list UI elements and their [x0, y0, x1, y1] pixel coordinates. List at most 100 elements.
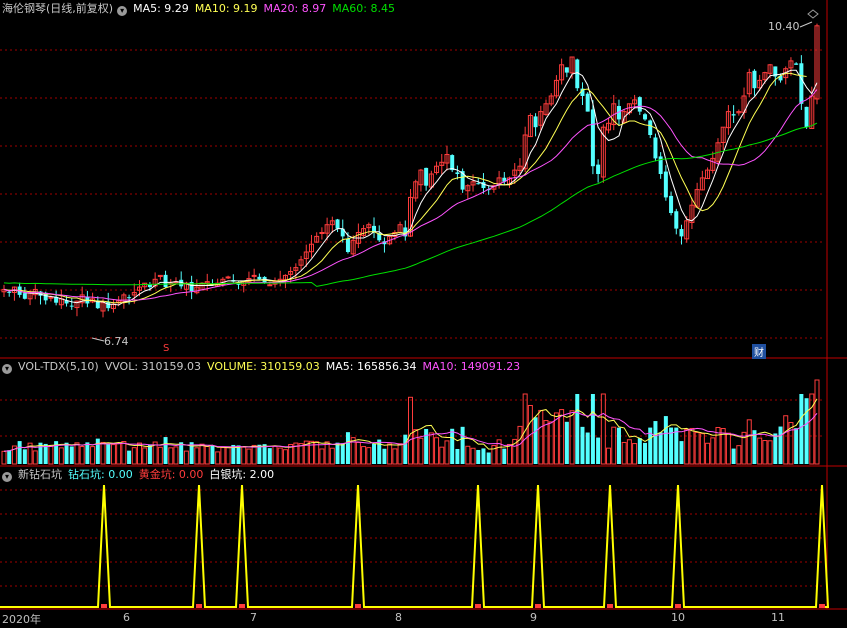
volume-bar-down: [637, 438, 642, 464]
time-axis-label: 10: [671, 611, 685, 624]
candle-body-down: [637, 97, 642, 112]
volume-bar-up: [58, 447, 64, 465]
stock-name-label[interactable]: 海伦钢琴(日线,前复权): [2, 2, 113, 15]
signal-marker: [196, 604, 202, 608]
candle-body-up: [225, 276, 231, 279]
volume-value: VOLUME: 310159.03: [207, 360, 320, 373]
candle-body-up: [251, 274, 257, 277]
volume-bar-up: [157, 446, 163, 465]
volume-bar-up: [387, 443, 393, 465]
diamond-pit-value: 钻石坑: 0.00: [68, 468, 133, 481]
volume-bar-up: [439, 446, 445, 465]
volume-bar-down: [773, 433, 778, 464]
silver-pit-value: 白银坑: 2.00: [209, 468, 275, 481]
volume-bar-down: [424, 428, 429, 464]
signal-marker: [355, 604, 361, 608]
ma60-value: MA60: 8.45: [332, 2, 395, 15]
volume-bar-down: [17, 441, 22, 464]
volume-bar-down: [85, 442, 90, 464]
volume-bar-down: [533, 417, 538, 464]
volume-bar-up: [298, 443, 304, 465]
volume-bar-up: [173, 446, 179, 465]
candle-body-down: [596, 164, 601, 174]
volume-bar-up: [413, 429, 419, 465]
candle-body-down: [799, 63, 804, 104]
time-axis-label: 8: [395, 611, 402, 624]
volume-bar-up: [699, 433, 705, 465]
candle-body-down: [794, 63, 799, 65]
signal-marker: [239, 604, 245, 608]
volume-bar-down: [377, 439, 382, 464]
ma5-value: MA5: 9.29: [133, 2, 189, 15]
volume-bar-up: [767, 440, 773, 465]
volume-bar-up: [110, 444, 116, 465]
volume-bar-down: [590, 394, 595, 464]
candle-body-down: [731, 114, 736, 116]
candle-body-down: [127, 297, 132, 299]
volume-bar-down: [340, 443, 345, 464]
volume-indicator-name[interactable]: VOL-TDX(5,10): [18, 360, 99, 373]
financial-report-marker[interactable]: 财: [752, 344, 766, 359]
settings-icon[interactable]: ▾: [117, 6, 128, 16]
settings-icon[interactable]: ▾: [2, 472, 12, 482]
volume-bar-up: [606, 447, 612, 465]
candle-body-down: [424, 167, 429, 186]
volume-bar-down: [450, 428, 455, 464]
volume-bar-down: [95, 438, 100, 464]
volume-bar-down: [403, 434, 408, 464]
volume-bar-down: [335, 442, 340, 464]
volume-bar-up: [600, 393, 606, 465]
candle-body-down: [455, 172, 460, 174]
vol-ma10-value: MA10: 149091.23: [422, 360, 521, 373]
volume-bar-down: [804, 398, 809, 464]
volume-bar-down: [69, 446, 74, 464]
volume-bar-up: [48, 445, 54, 465]
volume-bar-up: [814, 379, 820, 465]
volume-bar-up: [621, 441, 627, 465]
volume-bar-up: [705, 442, 711, 465]
volume-bar-up: [131, 447, 137, 465]
volume-bar-down: [345, 432, 350, 464]
candle-body-down: [22, 293, 27, 299]
low-marker-arrow: [91, 337, 105, 342]
volume-bar-up: [1, 450, 7, 465]
volume-bar-up: [32, 450, 38, 465]
stock-chart-canvas[interactable]: [0, 0, 847, 628]
volume-bar-down: [731, 448, 736, 464]
volume-bar-up: [434, 437, 440, 465]
volume-bar-up: [204, 445, 210, 465]
time-axis-label: 2020年: [2, 613, 41, 626]
candle-body-up: [267, 284, 273, 287]
volume-bar-down: [382, 448, 387, 464]
volume-bar-down: [564, 421, 569, 464]
candle-body-down: [752, 70, 757, 89]
candle-body-down: [804, 106, 809, 128]
volume-bar-down: [106, 443, 111, 464]
volume-bar-up: [215, 451, 221, 465]
price-panel-header: 海伦钢琴(日线,前复权) ▾ MA5: 9.29 MA10: 9.19 MA20: 8.…: [2, 1, 401, 17]
signal-marker: [675, 604, 681, 608]
volume-bar-up: [324, 441, 330, 465]
signal-marker: [475, 604, 481, 608]
candle-body-down: [669, 195, 674, 213]
silver-pit-line: [0, 484, 830, 608]
candle-body-down: [476, 183, 481, 185]
volume-bar-down: [679, 441, 684, 464]
volume-bar-up: [548, 421, 554, 465]
high-marker-arrow: [799, 21, 813, 28]
volume-bar-down: [267, 448, 272, 464]
volume-bar-up: [632, 443, 638, 465]
volume-bar-down: [580, 426, 585, 464]
volume-bar-up: [74, 442, 80, 465]
volume-bar-down: [455, 448, 460, 464]
volume-bar-down: [476, 449, 481, 464]
volume-bar-up: [689, 427, 695, 465]
s-marker[interactable]: S: [163, 343, 169, 354]
volume-bar-up: [168, 447, 174, 465]
volume-bar-up: [199, 443, 205, 465]
volume-bar-up: [392, 448, 398, 465]
indicator-name[interactable]: 新钻石坑: [18, 468, 62, 481]
candle-body-down: [345, 238, 350, 252]
volume-bar-up: [538, 409, 544, 465]
settings-icon[interactable]: ▾: [2, 364, 12, 374]
